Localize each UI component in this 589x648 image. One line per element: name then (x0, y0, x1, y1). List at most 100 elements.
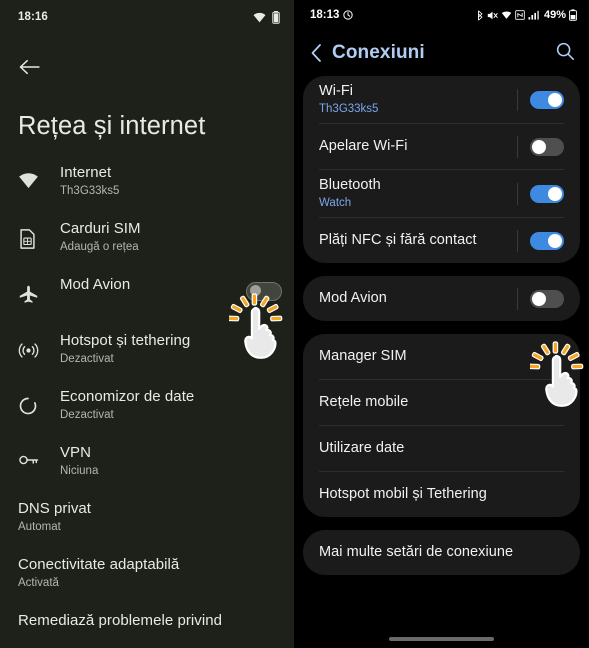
right-item-title: Wi-Fi (319, 83, 354, 99)
data-saver-icon (18, 387, 48, 416)
left-item-title: Conectivitate adaptabilă (18, 556, 180, 573)
right-item-title: Apelare Wi-Fi (319, 138, 408, 154)
search-icon (556, 42, 574, 60)
left-item-private-dns[interactable]: DNS privat Automat (0, 499, 294, 555)
right-card-network: Manager SIM Rețele mobile Utilizare date… (303, 334, 580, 517)
right-item-mobile-hotspot[interactable]: Hotspot mobil și Tethering (303, 472, 580, 517)
left-item-title: DNS privat (18, 500, 92, 517)
left-item-title: Remediază problemele privind (18, 612, 223, 629)
left-item-title: Hotspot și tethering (60, 332, 191, 349)
bluetooth-icon (477, 9, 483, 21)
battery-icon (569, 9, 577, 21)
right-status-clock: 18:13 (310, 9, 354, 21)
right-status-time: 18:13 (310, 9, 340, 21)
signal-icon (528, 10, 539, 20)
left-item-hotspot-tethering[interactable]: Hotspot și tethering Dezactivat (0, 331, 294, 387)
right-card-more-settings: Mai multe setări de conexiune (303, 530, 580, 575)
right-item-bluetooth[interactable]: Bluetooth Watch (303, 170, 580, 217)
row-divider (517, 287, 518, 310)
mute-icon (487, 11, 498, 19)
right-status-bar: 18:13 49% (294, 0, 589, 30)
left-status-icons (253, 10, 280, 24)
left-item-subtitle: Adaugă o rețea (60, 241, 139, 253)
left-item-adaptive-connectivity[interactable]: Conectivitate adaptabilă Activată (0, 555, 294, 611)
right-item-subtitle: Watch (319, 197, 352, 209)
left-page-title: Rețea și internet (18, 112, 206, 140)
wifi-icon (253, 12, 266, 22)
right-status-icons: 49% (476, 9, 577, 21)
right-wifi-calling-toggle[interactable] (530, 137, 564, 156)
home-indicator[interactable] (389, 637, 494, 641)
right-item-data-usage[interactable]: Utilizare date (303, 426, 580, 471)
right-search-button[interactable] (555, 41, 575, 66)
left-item-title: Internet (60, 164, 112, 181)
right-item-title: Manager SIM (319, 348, 407, 364)
left-item-subtitle: Dezactivat (60, 409, 114, 421)
left-item-vpn[interactable]: VPN Niciuna (0, 443, 294, 499)
right-app-header: Conexiuni (294, 30, 589, 76)
chevron-left-icon (311, 44, 321, 62)
left-item-subtitle: Th3G33ks5 (60, 185, 120, 197)
right-airplane-mode-toggle[interactable] (530, 289, 564, 308)
right-item-title: Plăți NFC și fără contact (319, 232, 477, 248)
left-item-airplane-mode[interactable]: Mod Avion (0, 275, 294, 331)
right-item-nfc[interactable]: Plăți NFC și fără contact (303, 218, 580, 263)
left-item-title: VPN (60, 444, 91, 461)
dual-phone-screenshot: 18:16 Rețea și internet Internet Th3G33k… (0, 0, 589, 648)
right-navigation-bar (294, 637, 589, 641)
wifi-icon (18, 163, 48, 189)
alarm-icon (343, 10, 354, 20)
right-item-subtitle: Th3G33ks5 (319, 103, 379, 115)
vpn-key-icon (18, 443, 48, 468)
right-item-wifi[interactable]: Wi-Fi Th3G33ks5 (303, 76, 580, 123)
wifi-icon (501, 11, 512, 19)
right-back-button[interactable] (304, 43, 330, 63)
battery-icon (272, 10, 280, 24)
left-item-sim-cards[interactable]: Carduri SIM Adaugă o rețea (0, 219, 294, 275)
right-item-mobile-networks[interactable]: Rețele mobile (303, 380, 580, 425)
right-page-title: Conexiuni (332, 42, 425, 63)
right-item-airplane-mode[interactable]: Mod Avion (303, 276, 580, 321)
right-item-title: Mai multe setări de conexiune (319, 544, 514, 560)
left-item-subtitle: Dezactivat (60, 353, 114, 365)
left-item-title: Mod Avion (60, 276, 131, 293)
right-item-more-connection-settings[interactable]: Mai multe setări de conexiune (303, 530, 580, 575)
left-item-subtitle: Automat (18, 521, 61, 533)
hotspot-icon (18, 331, 48, 361)
left-item-title: Carduri SIM (60, 220, 141, 237)
right-item-title: Bluetooth (319, 177, 381, 193)
right-item-title: Utilizare date (319, 440, 405, 456)
left-airplane-mode-toggle[interactable] (246, 282, 282, 301)
left-item-subtitle: Niciuna (60, 465, 99, 477)
left-item-subtitle: Activată (18, 577, 59, 589)
right-item-title: Hotspot mobil și Tethering (319, 486, 487, 502)
nfc-icon (515, 10, 525, 20)
left-phone-panel: 18:16 Rețea și internet Internet Th3G33k… (0, 0, 294, 648)
left-back-button[interactable] (12, 50, 46, 84)
airplane-icon (18, 275, 48, 305)
left-item-fix-problems[interactable]: Remediază problemele privind (0, 611, 294, 648)
right-wifi-toggle[interactable] (530, 90, 564, 109)
arrow-left-icon (19, 59, 40, 75)
right-card-wireless: Wi-Fi Th3G33ks5 Apelare Wi-Fi Bluetooth … (303, 76, 580, 263)
right-item-wifi-calling[interactable]: Apelare Wi-Fi (303, 124, 580, 169)
right-bluetooth-toggle[interactable] (530, 184, 564, 203)
row-divider (517, 135, 518, 158)
right-phone-panel: 18:13 49% Conexiuni Wi-Fi Th3G33ks5 Apel… (294, 0, 589, 648)
right-item-title: Rețele mobile (319, 394, 409, 410)
left-status-clock: 18:16 (18, 11, 48, 23)
row-divider (517, 229, 518, 252)
sim-card-icon (18, 219, 48, 250)
right-nfc-toggle[interactable] (530, 231, 564, 250)
left-item-internet[interactable]: Internet Th3G33ks5 (0, 163, 294, 219)
left-settings-list: Internet Th3G33ks5 Carduri SIM Adaugă o … (0, 163, 294, 648)
right-item-title: Mod Avion (319, 290, 387, 306)
row-divider (517, 88, 518, 111)
right-card-airplane: Mod Avion (303, 276, 580, 321)
left-item-title: Economizor de date (60, 388, 195, 405)
row-divider (517, 182, 518, 205)
left-item-data-saver[interactable]: Economizor de date Dezactivat (0, 387, 294, 443)
right-item-sim-manager[interactable]: Manager SIM (303, 334, 580, 379)
battery-percent-label: 49% (543, 9, 566, 21)
left-status-bar: 18:16 (0, 0, 294, 34)
